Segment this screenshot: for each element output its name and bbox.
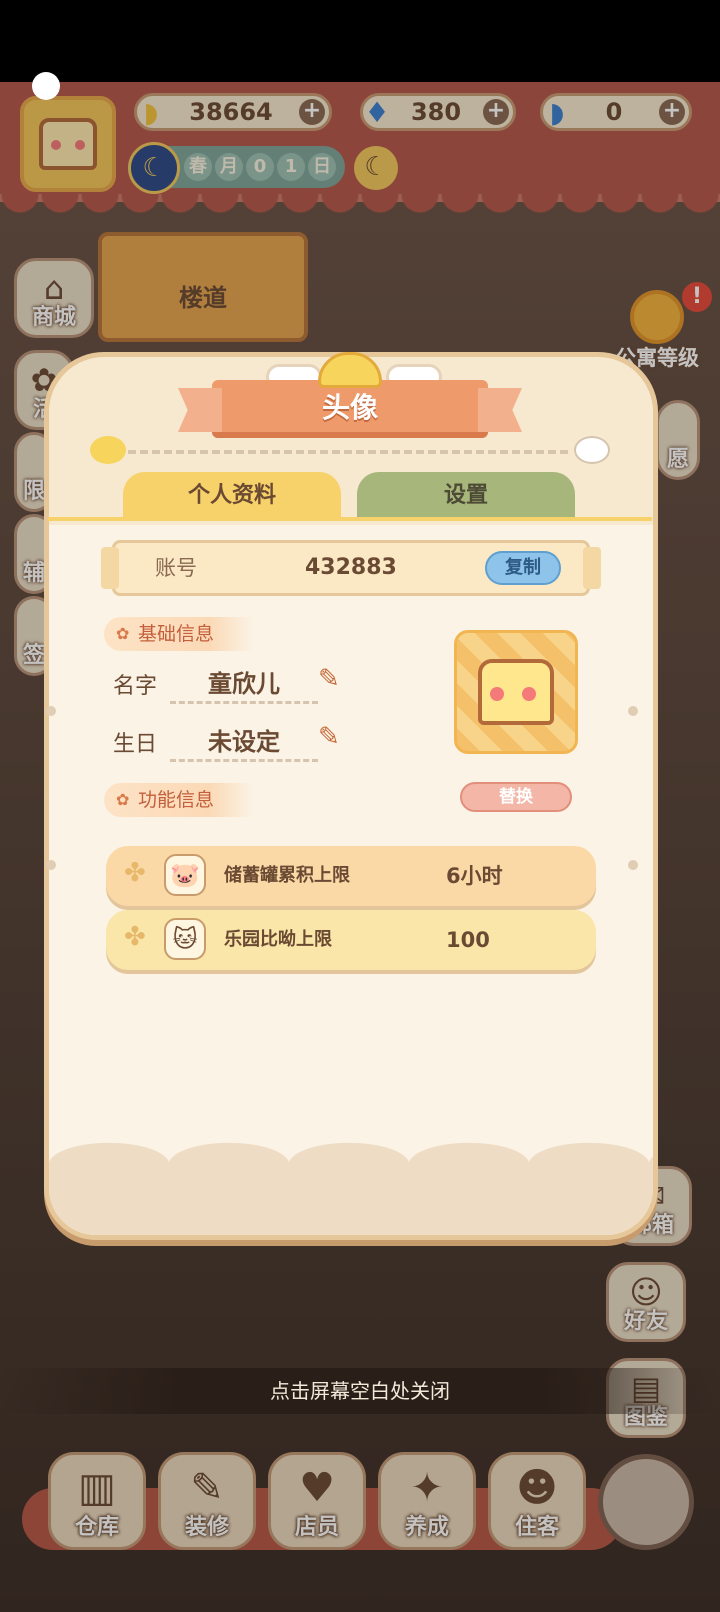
status-dot — [32, 72, 60, 100]
account-row: 账号 432883 复制 — [101, 540, 601, 596]
copy-button[interactable]: 复制 — [485, 551, 561, 585]
edit-birthday-pencil-icon[interactable]: ✎ — [318, 722, 348, 752]
profile-portrait[interactable] — [454, 630, 578, 754]
cat-group-icon: 🐱 — [164, 918, 206, 960]
feature-value: 6小时 — [446, 864, 503, 888]
tab-underline — [48, 517, 652, 521]
divider — [128, 450, 568, 454]
edge-nub — [628, 860, 638, 870]
piggy-bank-icon: 🐷 — [164, 854, 206, 896]
left-chick-icon — [90, 436, 126, 464]
feature-row: ✤ 🐱 乐园比呦上限 100 — [106, 910, 596, 970]
dialog-title: 头像 — [321, 391, 378, 424]
basic-info-heading: 基础信息 — [104, 617, 254, 651]
account-id: 432883 — [305, 555, 397, 580]
account-label: 账号 — [155, 556, 197, 580]
dialog-bottom-wave — [49, 1141, 653, 1235]
replace-avatar-button[interactable]: 替换 — [460, 782, 572, 812]
edge-nub — [46, 860, 56, 870]
name-value: 童欣儿 — [170, 664, 318, 704]
birthday-value: 未设定 — [170, 722, 318, 762]
edge-nub — [628, 706, 638, 716]
name-label: 名字 — [113, 674, 158, 699]
status-bar — [0, 0, 720, 82]
tab-profile[interactable]: 个人资料 — [123, 472, 341, 520]
portrait-face — [478, 659, 554, 725]
feature-value: 100 — [446, 928, 490, 952]
feature-name: 储蓄罐累积上限 — [224, 865, 350, 886]
title-ribbon: 头像 — [212, 380, 488, 438]
scroll-cap-left — [101, 547, 119, 589]
feature-name: 乐园比呦上限 — [224, 929, 332, 950]
close-hint: 点击屏幕空白处关闭 — [0, 1368, 720, 1414]
scroll-cap-right — [583, 547, 601, 589]
clover-icon: ✤ — [124, 922, 146, 952]
tab-settings[interactable]: 设置 — [357, 472, 575, 520]
edge-nub — [46, 706, 56, 716]
right-chick-icon — [574, 436, 610, 464]
clover-icon: ✤ — [124, 858, 146, 888]
feature-info-heading: 功能信息 — [104, 783, 254, 817]
birthday-label: 生日 — [113, 732, 158, 757]
edit-name-pencil-icon[interactable]: ✎ — [318, 664, 348, 694]
feature-row: ✤ 🐷 储蓄罐累积上限 6小时 — [106, 846, 596, 906]
